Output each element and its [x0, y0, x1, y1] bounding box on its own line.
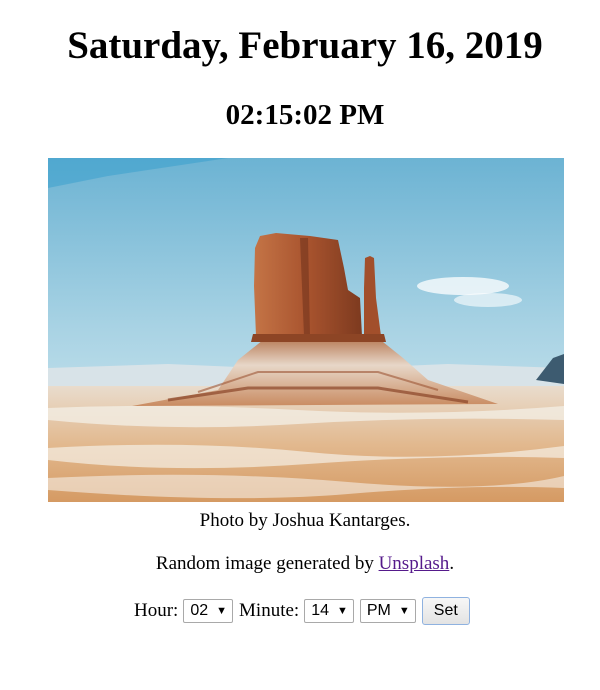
time-setter: Hour: 02 ▼ Minute: 14 ▼ PM ▼ Set [134, 596, 470, 626]
dropdown-arrow-icon: ▼ [398, 605, 410, 617]
minute-select-value: 14 [311, 602, 329, 619]
clock-page: Saturday, February 16, 2019 02:15:02 PM [0, 0, 600, 690]
set-button[interactable]: Set [421, 597, 470, 625]
time-heading: 02:15:02 PM [225, 99, 385, 131]
minute-select[interactable]: 14 ▼ [304, 599, 354, 623]
landscape-photo [48, 158, 564, 502]
unsplash-link[interactable]: Unsplash [379, 553, 450, 574]
image-credit-line: Random image generated by Unsplash. [0, 552, 600, 576]
ampm-select-value: PM [366, 602, 391, 619]
photo-caption: Photo by Joshua Kantarges. [199, 510, 411, 531]
hour-select[interactable]: 02 ▼ [183, 599, 234, 623]
hour-label: Hour: [134, 600, 179, 621]
dropdown-arrow-icon: ▼ [216, 605, 228, 617]
credit-prefix: Random image generated by [155, 553, 379, 574]
minute-label: Minute: [239, 600, 300, 621]
dropdown-arrow-icon: ▼ [336, 605, 348, 617]
credit-suffix: . [449, 553, 455, 574]
hour-select-value: 02 [190, 602, 209, 619]
desert-butte-image [48, 158, 564, 502]
date-heading: Saturday, February 16, 2019 [67, 24, 543, 67]
ampm-select[interactable]: PM ▼ [359, 599, 416, 623]
